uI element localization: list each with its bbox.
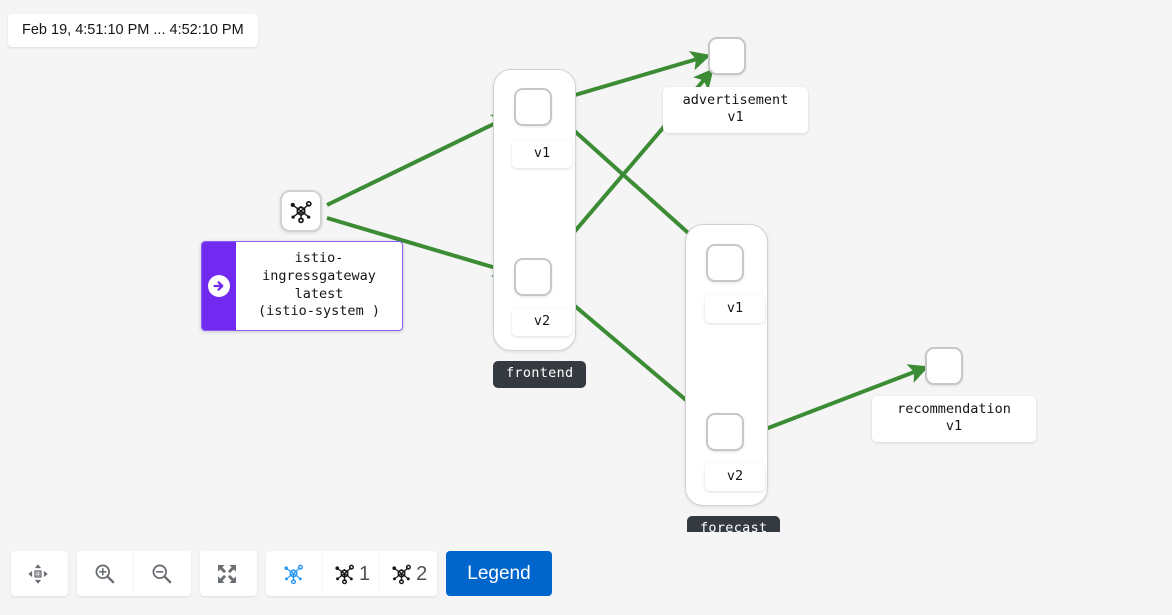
group-badge-frontend: frontend bbox=[493, 361, 587, 388]
edge-gateway-to-frontend-v1 bbox=[326, 114, 513, 207]
graph-depth-1-button[interactable]: 1 bbox=[323, 551, 381, 596]
edge-frontend-v1-to-forecast-v1 bbox=[558, 116, 711, 253]
time-range-label: Feb 19, 4:51:10 PM ... 4:52:10 PM bbox=[8, 14, 258, 47]
graph-edge-layer bbox=[326, 51, 929, 437]
node-recommendation-v1[interactable] bbox=[925, 347, 963, 385]
graph-depth-2-label: 2 bbox=[416, 562, 428, 585]
node-label-frontend-v2: v2 bbox=[512, 308, 572, 337]
graph-all-button[interactable] bbox=[266, 551, 323, 596]
zoom-out-button[interactable] bbox=[134, 551, 191, 596]
zoom-out-icon bbox=[152, 564, 171, 584]
node-label-recommendation: recommendation v1 bbox=[872, 396, 1036, 442]
expand-icon bbox=[218, 564, 236, 583]
graph-depth-2-button[interactable]: 2 bbox=[380, 551, 438, 596]
node-istio-ingressgateway[interactable]: istio-ingressgateway latest (istio-syste… bbox=[201, 241, 403, 332]
node-label-advertisement: advertisement v1 bbox=[663, 87, 808, 133]
node-label-frontend-v1: v1 bbox=[512, 140, 572, 169]
graph-depth-1-label: 1 bbox=[359, 562, 371, 585]
node-label-forecast-v2: v2 bbox=[705, 463, 765, 492]
node-frontend-v2[interactable] bbox=[514, 258, 552, 296]
fit-to-screen-button[interactable] bbox=[200, 551, 257, 596]
graph-depth-button-group: 1 2 bbox=[266, 551, 438, 596]
graph-toolbar: 1 2 Legend bbox=[0, 532, 1172, 615]
arrow-right-circle-icon bbox=[208, 275, 230, 298]
gateway-topology-icon[interactable] bbox=[280, 190, 322, 232]
node-forecast-v2[interactable] bbox=[706, 413, 744, 451]
node-advertisement-v1[interactable] bbox=[708, 37, 746, 75]
topology-icon bbox=[290, 200, 312, 224]
node-frontend-v1[interactable] bbox=[514, 88, 552, 126]
move-icon bbox=[28, 563, 48, 584]
topology-graph-canvas[interactable]: istio-ingressgateway latest (istio-syste… bbox=[0, 0, 1172, 543]
zoom-button-group bbox=[77, 551, 191, 596]
pan-button[interactable] bbox=[11, 551, 68, 596]
topology-icon bbox=[335, 564, 354, 585]
node-forecast-v1[interactable] bbox=[706, 244, 744, 282]
legend-button[interactable]: Legend bbox=[446, 551, 552, 596]
node-label-forecast-v1: v1 bbox=[705, 295, 765, 324]
topology-icon bbox=[283, 564, 303, 585]
gateway-label: istio-ingressgateway latest (istio-syste… bbox=[258, 250, 380, 320]
zoom-in-button[interactable] bbox=[77, 551, 134, 596]
gateway-accent-bar bbox=[202, 242, 236, 331]
zoom-in-icon bbox=[95, 564, 114, 584]
topology-icon bbox=[392, 564, 412, 585]
edge-frontend-v2-to-forecast-v2 bbox=[554, 288, 712, 422]
